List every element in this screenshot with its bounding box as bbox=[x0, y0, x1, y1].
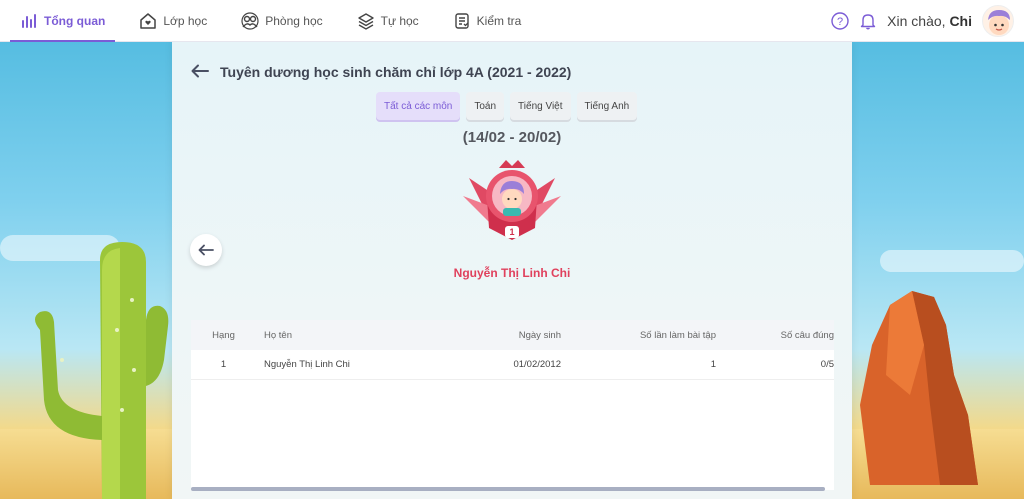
greeting-text: Xin chào, Chi bbox=[887, 13, 972, 29]
tab-vietnamese[interactable]: Tiếng Việt bbox=[510, 92, 571, 120]
tab-all-subjects[interactable]: Tất cả các môn bbox=[376, 92, 461, 120]
main-panel: Tuyên dương học sinh chăm chỉ lớp 4A (20… bbox=[172, 42, 852, 499]
nav-item-class[interactable]: Lớp học bbox=[127, 0, 219, 42]
bell-icon[interactable] bbox=[859, 12, 877, 30]
winner-name: Nguyễn Thị Linh Chi bbox=[453, 266, 571, 280]
cactus-illustration bbox=[35, 242, 169, 499]
nav-item-classroom[interactable]: Phòng học bbox=[229, 0, 334, 42]
header-rank: Hạng bbox=[212, 329, 235, 341]
nav-label: Tự học bbox=[380, 13, 419, 28]
nav-label: Phòng học bbox=[265, 13, 323, 28]
back-button[interactable] bbox=[188, 60, 212, 82]
nav-item-test[interactable]: Kiểm tra bbox=[441, 0, 534, 42]
username: Chi bbox=[949, 12, 972, 29]
nav-label: Kiểm tra bbox=[476, 13, 522, 28]
layers-icon bbox=[357, 12, 374, 30]
table-header: Hạng Họ tên Ngày sinh Số lần làm bài tập… bbox=[191, 320, 834, 350]
classroom-icon bbox=[241, 11, 259, 30]
header-attempts: Số lần làm bài tập bbox=[639, 329, 716, 341]
nav-item-self-study[interactable]: Tự học bbox=[345, 0, 431, 42]
subject-tabs: Tất cả các môn Toán Tiếng Việt Tiếng Anh bbox=[376, 92, 638, 120]
nav-label: Tổng quan bbox=[44, 13, 106, 28]
arrow-left-icon bbox=[191, 64, 209, 78]
nav-label: Lớp học bbox=[163, 13, 208, 28]
chart-icon bbox=[22, 13, 36, 28]
cloud-decoration bbox=[880, 250, 1024, 272]
cell-name: Nguyễn Thị Linh Chi bbox=[264, 359, 350, 370]
header-correct: Số câu đúng bbox=[780, 329, 834, 341]
badge-rank: 1 bbox=[509, 227, 515, 237]
header-tools: ? Xin chào, Chi bbox=[831, 4, 1024, 37]
arrow-left-icon bbox=[198, 244, 214, 256]
greeting-prefix: Xin chào, bbox=[887, 12, 950, 29]
table-row[interactable]: 1 Nguyễn Thị Linh Chi 01/02/2012 1 0/5 bbox=[191, 350, 834, 380]
main-nav: Tổng quan Lớp học Phòng học Tự học Kiểm … bbox=[8, 0, 533, 42]
page-title: Tuyên dương học sinh chăm chỉ lớp 4A (20… bbox=[220, 64, 572, 80]
tab-math[interactable]: Toán bbox=[466, 92, 505, 120]
cell-rank: 1 bbox=[220, 359, 227, 370]
tab-english[interactable]: Tiếng Anh bbox=[576, 92, 638, 120]
header-dob: Ngày sinh bbox=[518, 329, 561, 341]
cell-attempts: 1 bbox=[710, 359, 716, 370]
previous-week-button[interactable] bbox=[190, 234, 222, 266]
checklist-icon bbox=[454, 12, 469, 29]
avatar[interactable] bbox=[982, 4, 1014, 37]
top-navbar: Tổng quan Lớp học Phòng học Tự học Kiểm … bbox=[0, 0, 1024, 42]
cell-correct: 0/5 bbox=[820, 359, 834, 370]
header-name: Họ tên bbox=[264, 329, 292, 341]
ranking-table: Hạng Họ tên Ngày sinh Số lần làm bài tập… bbox=[191, 320, 834, 490]
winner-badge: 1 bbox=[459, 158, 565, 244]
week-range: (14/02 - 20/02) bbox=[462, 129, 562, 146]
horizontal-scrollbar[interactable] bbox=[191, 487, 825, 491]
nav-item-overview[interactable]: Tổng quan bbox=[8, 0, 117, 42]
help-icon[interactable]: ? bbox=[831, 11, 849, 30]
cell-dob: 01/02/2012 bbox=[513, 359, 561, 370]
rock-illustration bbox=[860, 291, 978, 485]
home-heart-icon bbox=[140, 12, 157, 29]
svg-text:?: ? bbox=[837, 16, 843, 28]
avatar-face-icon bbox=[988, 9, 1010, 35]
